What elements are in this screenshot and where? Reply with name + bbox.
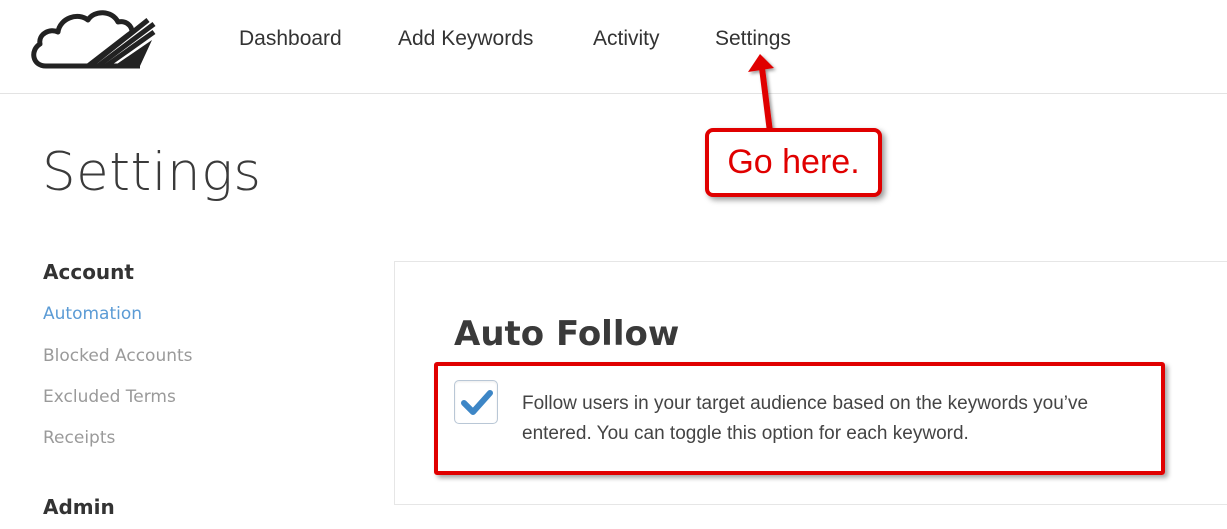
annotation-callout: Go here.: [705, 128, 882, 197]
sidebar-item-blocked-accounts[interactable]: Blocked Accounts: [43, 346, 193, 366]
nav-dashboard[interactable]: Dashboard: [239, 27, 342, 51]
cloud-logo-icon[interactable]: [28, 6, 158, 72]
top-navbar: Dashboard Add Keywords Activity Settings: [0, 0, 1227, 94]
annotation-arrow-icon: [748, 54, 774, 135]
auto-follow-title: Auto Follow: [454, 314, 680, 354]
annotation-highlight-box: [434, 362, 1165, 475]
nav-activity[interactable]: Activity: [593, 27, 660, 51]
sidebar-heading-account: Account: [43, 260, 134, 284]
sidebar-item-receipts[interactable]: Receipts: [43, 428, 115, 448]
sidebar-item-automation[interactable]: Automation: [43, 304, 142, 324]
nav-settings[interactable]: Settings: [715, 27, 791, 51]
nav-add-keywords[interactable]: Add Keywords: [398, 27, 533, 51]
sidebar-heading-admin: Admin: [43, 495, 115, 519]
page-title: Settings: [42, 142, 262, 203]
sidebar-item-excluded-terms[interactable]: Excluded Terms: [43, 387, 176, 407]
